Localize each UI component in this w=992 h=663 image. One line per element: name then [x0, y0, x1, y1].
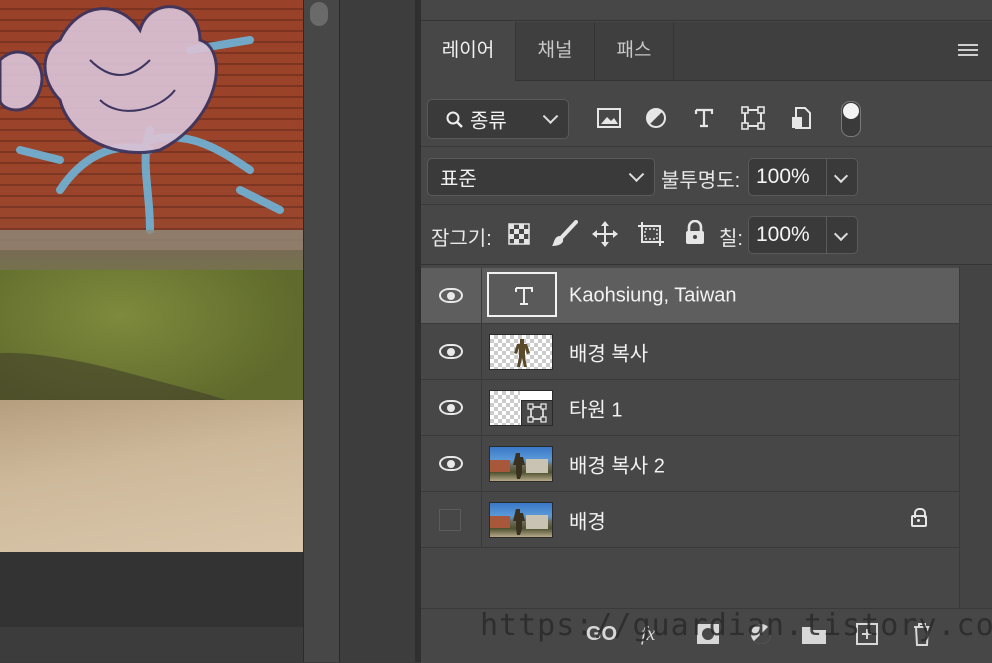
chevron-down-icon — [542, 108, 559, 125]
layer-row[interactable]: 배경 — [421, 492, 959, 548]
lock-label: 잠그기: — [431, 228, 492, 250]
canvas-vertical-scrollbar[interactable] — [303, 0, 339, 662]
opacity-label: 불투명도: — [661, 170, 741, 192]
visibility-toggle[interactable] — [421, 492, 482, 547]
divider — [421, 146, 992, 147]
fill-dropdown-button[interactable] — [826, 217, 857, 253]
lock-transparency-icon[interactable] — [508, 223, 530, 245]
opacity-value: 100% — [756, 165, 810, 188]
type-layer-icon — [515, 287, 533, 305]
tab-channels[interactable]: 채널 — [516, 22, 595, 80]
search-icon — [446, 111, 463, 128]
fill-label: 칠: — [719, 228, 743, 250]
eye-icon[interactable] — [439, 400, 463, 415]
layer-row[interactable]: 배경 복사 2 — [421, 436, 959, 492]
shape-badge — [521, 400, 552, 425]
scrollbar-thumb[interactable] — [310, 2, 328, 26]
smart-object-filter-icon[interactable] — [790, 106, 812, 130]
layer-filter-select[interactable]: 종류 — [427, 99, 569, 139]
layer-name[interactable]: Kaohsiung, Taiwan — [569, 284, 737, 307]
filter-kind-label: 종류 — [470, 110, 507, 133]
lock-image-icon[interactable] — [550, 220, 578, 248]
eye-icon[interactable] — [439, 456, 463, 471]
lock-all-icon[interactable] — [684, 220, 706, 246]
layer-name[interactable]: 타원 1 — [569, 393, 622, 422]
cutout-figure-thumbnail — [514, 339, 530, 367]
text-layer-thumbnail[interactable] — [487, 272, 557, 317]
watermark-text: https://guardian.tistory.com/ — [480, 608, 992, 643]
divider — [421, 204, 992, 205]
visibility-toggle[interactable] — [421, 268, 482, 323]
photo-thumbnail-scene — [490, 453, 548, 479]
hidden-visibility-box[interactable] — [439, 509, 461, 531]
fill-field[interactable]: 100% — [748, 216, 858, 254]
blend-mode-value: 표준 — [440, 168, 477, 191]
image-filter-icon[interactable] — [597, 108, 621, 128]
visibility-toggle[interactable] — [421, 436, 482, 491]
visibility-toggle[interactable] — [421, 324, 482, 379]
eye-icon[interactable] — [439, 288, 463, 303]
chevron-down-icon — [833, 168, 849, 184]
eye-icon[interactable] — [439, 344, 463, 359]
chevron-down-icon — [628, 166, 645, 183]
canvas-pasteboard — [0, 552, 303, 627]
layer-name[interactable]: 배경 복사 — [569, 337, 648, 366]
panel-dock-column — [339, 0, 416, 662]
layer-row[interactable]: 배경 복사 — [421, 324, 959, 380]
layers-scrollbar[interactable] — [959, 266, 992, 608]
graffiti-mural — [0, 5, 303, 250]
layer-row[interactable]: Kaohsiung, Taiwan — [421, 268, 959, 324]
layer-thumbnail[interactable] — [489, 446, 553, 482]
opacity-dropdown-button[interactable] — [826, 159, 857, 195]
panel-header-strip — [421, 0, 992, 21]
blend-mode-select[interactable]: 표준 — [427, 158, 655, 196]
fill-value: 100% — [756, 223, 810, 246]
layer-row[interactable]: 타원 1 — [421, 380, 959, 436]
tab-layers[interactable]: 레이어 — [421, 22, 516, 81]
layer-thumbnail[interactable] — [489, 502, 553, 538]
panel-tabs: 레이어 채널 패스 — [421, 22, 992, 81]
divider — [421, 264, 992, 265]
adjustment-filter-icon[interactable] — [645, 107, 667, 129]
opacity-field[interactable]: 100% — [748, 158, 858, 196]
panel-menu-icon[interactable] — [958, 44, 978, 59]
lock-icon[interactable] — [911, 508, 927, 527]
layer-thumbnail[interactable] — [489, 390, 553, 426]
photo-thumbnail-scene — [490, 509, 548, 535]
tab-paths[interactable]: 패스 — [595, 22, 674, 80]
chevron-down-icon — [833, 226, 849, 242]
type-filter-icon[interactable] — [693, 107, 715, 129]
canvas-photo[interactable] — [0, 0, 303, 552]
lock-artboard-icon[interactable] — [637, 221, 665, 247]
ground-area — [0, 400, 303, 552]
shape-filter-icon[interactable] — [741, 106, 765, 130]
layer-thumbnail[interactable] — [489, 334, 553, 370]
layer-name[interactable]: 배경 복사 2 — [569, 449, 665, 478]
filter-toggle-icon[interactable] — [841, 101, 861, 137]
status-strip — [0, 627, 303, 662]
lock-position-icon[interactable] — [592, 221, 618, 247]
visibility-toggle[interactable] — [421, 380, 482, 435]
layer-name[interactable]: 배경 — [569, 505, 606, 534]
shape-layer-icon — [527, 403, 547, 423]
